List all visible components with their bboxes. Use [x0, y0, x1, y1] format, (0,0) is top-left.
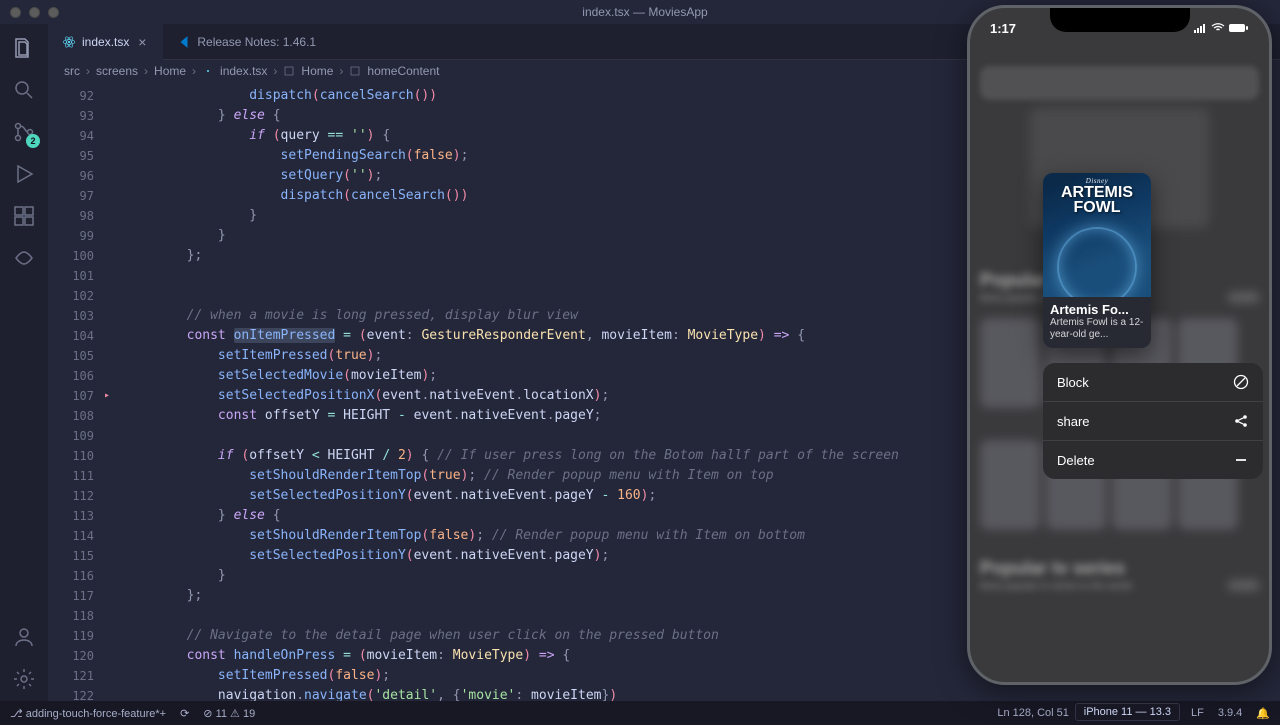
bc-segment[interactable]: index.tsx: [220, 64, 267, 78]
menu-item-block[interactable]: Block: [1043, 363, 1263, 402]
activity-bar: 2: [0, 24, 48, 701]
breakpoint-hint-icon: ▸: [104, 386, 110, 406]
bc-segment[interactable]: screens: [96, 64, 138, 78]
window-controls[interactable]: [10, 7, 59, 18]
bc-segment[interactable]: Home: [154, 64, 186, 78]
bc-segment[interactable]: Home: [301, 64, 333, 78]
vscode-file-icon: [177, 35, 191, 49]
menu-item-delete[interactable]: Delete: [1043, 441, 1263, 479]
wifi-icon: [1211, 23, 1225, 33]
battery-icon: [1229, 23, 1249, 33]
share-icon: [1233, 413, 1249, 429]
movie-poster: Disney ARTEMIS FOWL: [1043, 173, 1151, 297]
bc-segment[interactable]: src: [64, 64, 80, 78]
cursor-position[interactable]: Ln 128, Col 51: [997, 707, 1069, 719]
react-file-icon: [62, 35, 76, 49]
tab-label: index.tsx: [82, 35, 129, 49]
movie-preview-card[interactable]: Disney ARTEMIS FOWL Artemis Fo... Artemi…: [1043, 173, 1151, 348]
accounts-icon[interactable]: [12, 625, 36, 649]
poster-title: ARTEMIS FOWL: [1061, 185, 1133, 215]
git-branch[interactable]: ⎇ adding-touch-force-feature*+: [10, 707, 166, 720]
bc-segment[interactable]: homeContent: [367, 64, 439, 78]
tab-label: Release Notes: 1.46.1: [197, 35, 316, 49]
notifications-icon[interactable]: 🔔: [1256, 707, 1270, 720]
problems[interactable]: ⊘ 11 ⚠ 19: [203, 707, 255, 720]
menu-label: Delete: [1057, 453, 1095, 468]
react-file-icon: [202, 65, 214, 77]
ios-time: 1:17: [990, 21, 1016, 36]
share-icon[interactable]: [12, 246, 36, 270]
ios-indicators: [1194, 21, 1249, 36]
source-control-icon[interactable]: 2: [12, 120, 36, 144]
tab-release-notes[interactable]: Release Notes: 1.46.1: [163, 24, 330, 60]
close-tab-icon[interactable]: ×: [135, 35, 149, 49]
extensions-icon[interactable]: [12, 204, 36, 228]
context-menu: Block share Delete: [1043, 363, 1263, 479]
settings-gear-icon[interactable]: [12, 667, 36, 691]
ios-simulator: 1:17 Popular Movies Most popular movies …: [967, 5, 1272, 685]
symbol-icon: [349, 65, 361, 77]
section-sub: Most popular tv series in the world: [980, 581, 1132, 592]
sync-icon[interactable]: ⟳: [180, 707, 189, 720]
simulator-device-label[interactable]: iPhone 11 — 13.3: [1075, 703, 1180, 721]
movie-title: Artemis Fo...: [1050, 302, 1144, 317]
maximize-window-button[interactable]: [48, 7, 59, 18]
studio-label: Disney: [1086, 177, 1108, 185]
minus-icon: [1233, 452, 1249, 468]
block-icon: [1233, 374, 1249, 390]
signal-icon: [1194, 23, 1208, 33]
more-link[interactable]: MORE: [1229, 581, 1259, 592]
line-gutter: 9293949596979899100101102103104105106107…: [48, 82, 104, 701]
eol[interactable]: LF: [1191, 707, 1204, 719]
run-debug-icon[interactable]: [12, 162, 36, 186]
tab-index-tsx[interactable]: index.tsx ×: [48, 24, 163, 60]
explorer-icon[interactable]: [12, 36, 36, 60]
minimize-window-button[interactable]: [29, 7, 40, 18]
language-mode[interactable]: 3.9.4: [1218, 707, 1242, 719]
close-window-button[interactable]: [10, 7, 21, 18]
window-title: index.tsx — MoviesApp: [582, 5, 707, 19]
movie-description: Artemis Fowl is a 12-year-old ge...: [1050, 317, 1144, 341]
search-icon[interactable]: [12, 78, 36, 102]
ios-search-field[interactable]: [980, 66, 1259, 100]
more-link[interactable]: MORE: [1229, 293, 1259, 304]
device-notch: [1050, 8, 1190, 32]
scm-badge: 2: [26, 134, 40, 148]
section-title: Popular tv series: [970, 556, 1269, 581]
menu-label: Block: [1057, 375, 1089, 390]
menu-item-share[interactable]: share: [1043, 402, 1263, 441]
menu-label: share: [1057, 414, 1090, 429]
symbol-icon: [283, 65, 295, 77]
